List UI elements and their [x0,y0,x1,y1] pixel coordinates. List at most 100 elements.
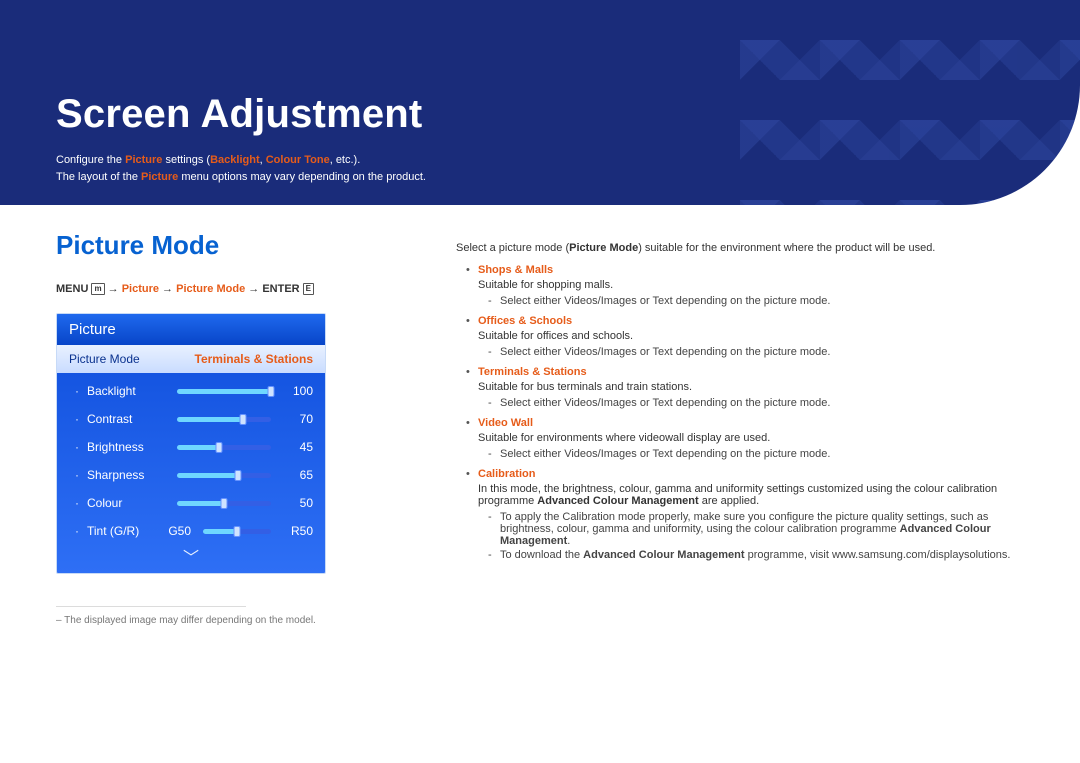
sub-part: or [637,346,653,358]
mode-desc: Suitable for shopping malls. [478,279,1040,291]
mode-name: Offices & Schools [478,315,572,327]
path-picture: Picture [122,283,159,295]
intro-text: Configure the Picture settings (Backligh… [56,152,426,186]
slider[interactable] [177,473,271,478]
osd-row-label: Colour [87,496,169,510]
intro-part: Configure the [56,154,125,166]
osd-row-sharpness[interactable]: ·Sharpness65 [57,461,325,489]
sub-part: Select either [500,448,564,460]
osd-row-value: 70 [279,412,313,426]
sub-part: or [637,448,653,460]
sub-part: depending on the picture mode. [673,397,831,409]
path-menu: MENU [56,283,88,295]
osd-rows: ·Backlight100 ·Contrast70 ·Brightness45 … [57,373,325,555]
footnote-divider [56,606,246,607]
mode-desc: Suitable for offices and schools. [478,330,1040,342]
intro-backlight: Backlight [210,154,260,166]
osd-row-colour[interactable]: ·Colour50 [57,489,325,517]
intro-part: settings ( [162,154,210,166]
osd-row-label: Backlight [87,384,169,398]
intro-colourtone: Colour Tone [266,154,330,166]
intro-part: , etc.). [330,154,361,166]
slider[interactable] [177,445,271,450]
osd-selector[interactable]: Picture Mode Terminals & Stations [57,345,325,373]
slider[interactable] [177,417,271,422]
osd-selector-label: Picture Mode [69,352,140,366]
sub-vi: Videos/Images [564,448,637,460]
osd-row-label: Sharpness [87,468,169,482]
osd-row-label: Brightness [87,440,169,454]
sub-vi: Videos/Images [564,346,637,358]
sub-vi: Videos/Images [564,295,637,307]
slider[interactable] [177,501,271,506]
osd-row-value: 100 [279,384,313,398]
path-arrow: → [245,283,262,295]
cal-accent: Calibration [562,511,615,523]
path-arrow: → [159,283,176,295]
intro2-picture: Picture [141,171,178,183]
section-title: Picture Mode [56,230,396,261]
footnote: The displayed image may differ depending… [56,615,396,626]
osd-panel: Picture Picture Mode Terminals & Station… [56,313,326,574]
osd-tint-r: R50 [279,524,313,538]
mode-desc: In this mode, the brightness, colour, ga… [478,483,1040,507]
osd-row-value: 50 [279,496,313,510]
lead-part: ) suitable for the environment where the… [638,242,935,254]
menu-path: MENU m → Picture → Picture Mode → ENTER … [56,283,396,295]
mode-shops: Shops & Malls Suitable for shopping mall… [456,264,1040,307]
mode-sub: Select either Videos/Images or Text depe… [478,448,1040,460]
mode-name: Video Wall [478,417,533,429]
mode-desc: Suitable for environments where videowal… [478,432,1040,444]
mode-name: Shops & Malls [478,264,553,276]
mode-desc: Suitable for bus terminals and train sta… [478,381,1040,393]
lead-part: Select a picture mode ( [456,242,569,254]
lead-text: Select a picture mode (Picture Mode) sui… [456,242,1040,254]
slider[interactable] [177,389,271,394]
path-enter: ENTER [262,283,299,295]
mode-terminals: Terminals & Stations Suitable for bus te… [456,366,1040,409]
mode-sub: Select either Videos/Images or Text depe… [478,295,1040,307]
osd-row-brightness[interactable]: ·Brightness45 [57,433,325,461]
intro2-part: The layout of the [56,171,141,183]
slider[interactable] [203,529,271,534]
sub-part: depending on the picture mode. [673,295,831,307]
sub-txt: Text [652,346,672,358]
intro2-part: menu options may vary depending on the p… [178,171,426,183]
mode-name: Terminals & Stations [478,366,587,378]
cal-part: To apply the [500,511,562,523]
cal-part: . [567,535,570,547]
osd-row-tint[interactable]: ·Tint (G/R)G50R50 [57,517,325,545]
osd-row-label: Contrast [87,412,169,426]
sub-part: depending on the picture mode. [673,346,831,358]
cal-bold: Advanced Colour Management [583,549,744,561]
mode-calibration: Calibration In this mode, the brightness… [456,468,1040,561]
osd-row-backlight[interactable]: ·Backlight100 [57,377,325,405]
cal-part: programme, visit www.samsung.com/display… [745,549,1011,561]
sub-part: or [637,295,653,307]
osd-row-value: 65 [279,468,313,482]
mode-videowall: Video Wall Suitable for environments whe… [456,417,1040,460]
sub-part: or [637,397,653,409]
sub-vi: Videos/Images [564,397,637,409]
page-title: Screen Adjustment [56,92,422,137]
sub-txt: Text [652,295,672,307]
description-column: Select a picture mode (Picture Mode) sui… [456,230,1040,626]
mode-sub: Select either Videos/Images or Text depe… [478,346,1040,358]
mode-offices: Offices & Schools Suitable for offices a… [456,315,1040,358]
mode-sub: To download the Advanced Colour Manageme… [478,549,1040,561]
chevron-down-icon[interactable]: ﹀ [57,555,325,573]
path-arrow: → [108,283,122,295]
intro-picture: Picture [125,154,162,166]
lead-bold: Picture Mode [569,242,638,254]
sub-txt: Text [652,397,672,409]
sub-part: Select either [500,346,564,358]
sub-part: Select either [500,397,564,409]
path-picturemode: Picture Mode [176,283,245,295]
mode-name: Calibration [478,468,535,480]
osd-selector-value: Terminals & Stations [195,352,313,366]
mode-sub: To apply the Calibration mode properly, … [478,511,1040,547]
osd-row-value: 45 [279,440,313,454]
mode-sub: Select either Videos/Images or Text depe… [478,397,1040,409]
osd-row-label: Tint (G/R) [87,524,149,538]
osd-row-contrast[interactable]: ·Contrast70 [57,405,325,433]
